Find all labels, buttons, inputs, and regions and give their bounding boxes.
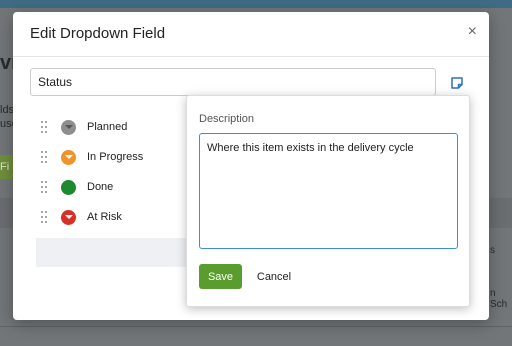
background-text-right: s — [490, 245, 495, 256]
status-color-icon[interactable] — [61, 150, 76, 165]
option-label: In Progress — [87, 151, 144, 163]
drag-handle-icon[interactable] — [41, 181, 49, 195]
option-label: Done — [87, 181, 114, 193]
note-icon[interactable] — [450, 76, 464, 90]
option-label: Planned — [87, 121, 128, 133]
description-label: Description — [199, 113, 255, 125]
background-text-line: lds — [0, 104, 15, 116]
status-color-icon[interactable] — [61, 180, 76, 195]
option-label: At Risk — [87, 211, 122, 223]
drag-handle-icon[interactable] — [41, 211, 49, 225]
option-row-planned[interactable]: Planned — [41, 118, 201, 138]
modal-header: Edit Dropdown Field × — [13, 12, 489, 57]
description-popover: Description Where this item exists in th… — [186, 95, 470, 307]
cancel-button[interactable]: Cancel — [249, 264, 299, 289]
background-text-right: n Sch — [490, 288, 508, 310]
save-button[interactable]: Save — [199, 264, 242, 289]
field-name-input[interactable] — [30, 68, 436, 96]
drag-handle-icon[interactable] — [41, 151, 49, 165]
app-top-bar — [0, 0, 512, 8]
drag-handle-icon[interactable] — [41, 121, 49, 135]
modal-title: Edit Dropdown Field — [30, 25, 166, 42]
option-row-in-progress[interactable]: In Progress — [41, 148, 201, 168]
add-option-area[interactable] — [36, 238, 186, 267]
background-green-button: Fi — [0, 155, 14, 179]
status-color-icon[interactable] — [61, 210, 76, 225]
status-color-icon[interactable] — [61, 120, 76, 135]
description-textarea[interactable]: Where this item exists in the delivery c… — [199, 133, 458, 249]
option-row-done[interactable]: Done — [41, 178, 201, 198]
option-row-at-risk[interactable]: At Risk — [41, 208, 201, 228]
background-divider — [0, 326, 512, 327]
close-icon[interactable]: × — [468, 23, 477, 41]
